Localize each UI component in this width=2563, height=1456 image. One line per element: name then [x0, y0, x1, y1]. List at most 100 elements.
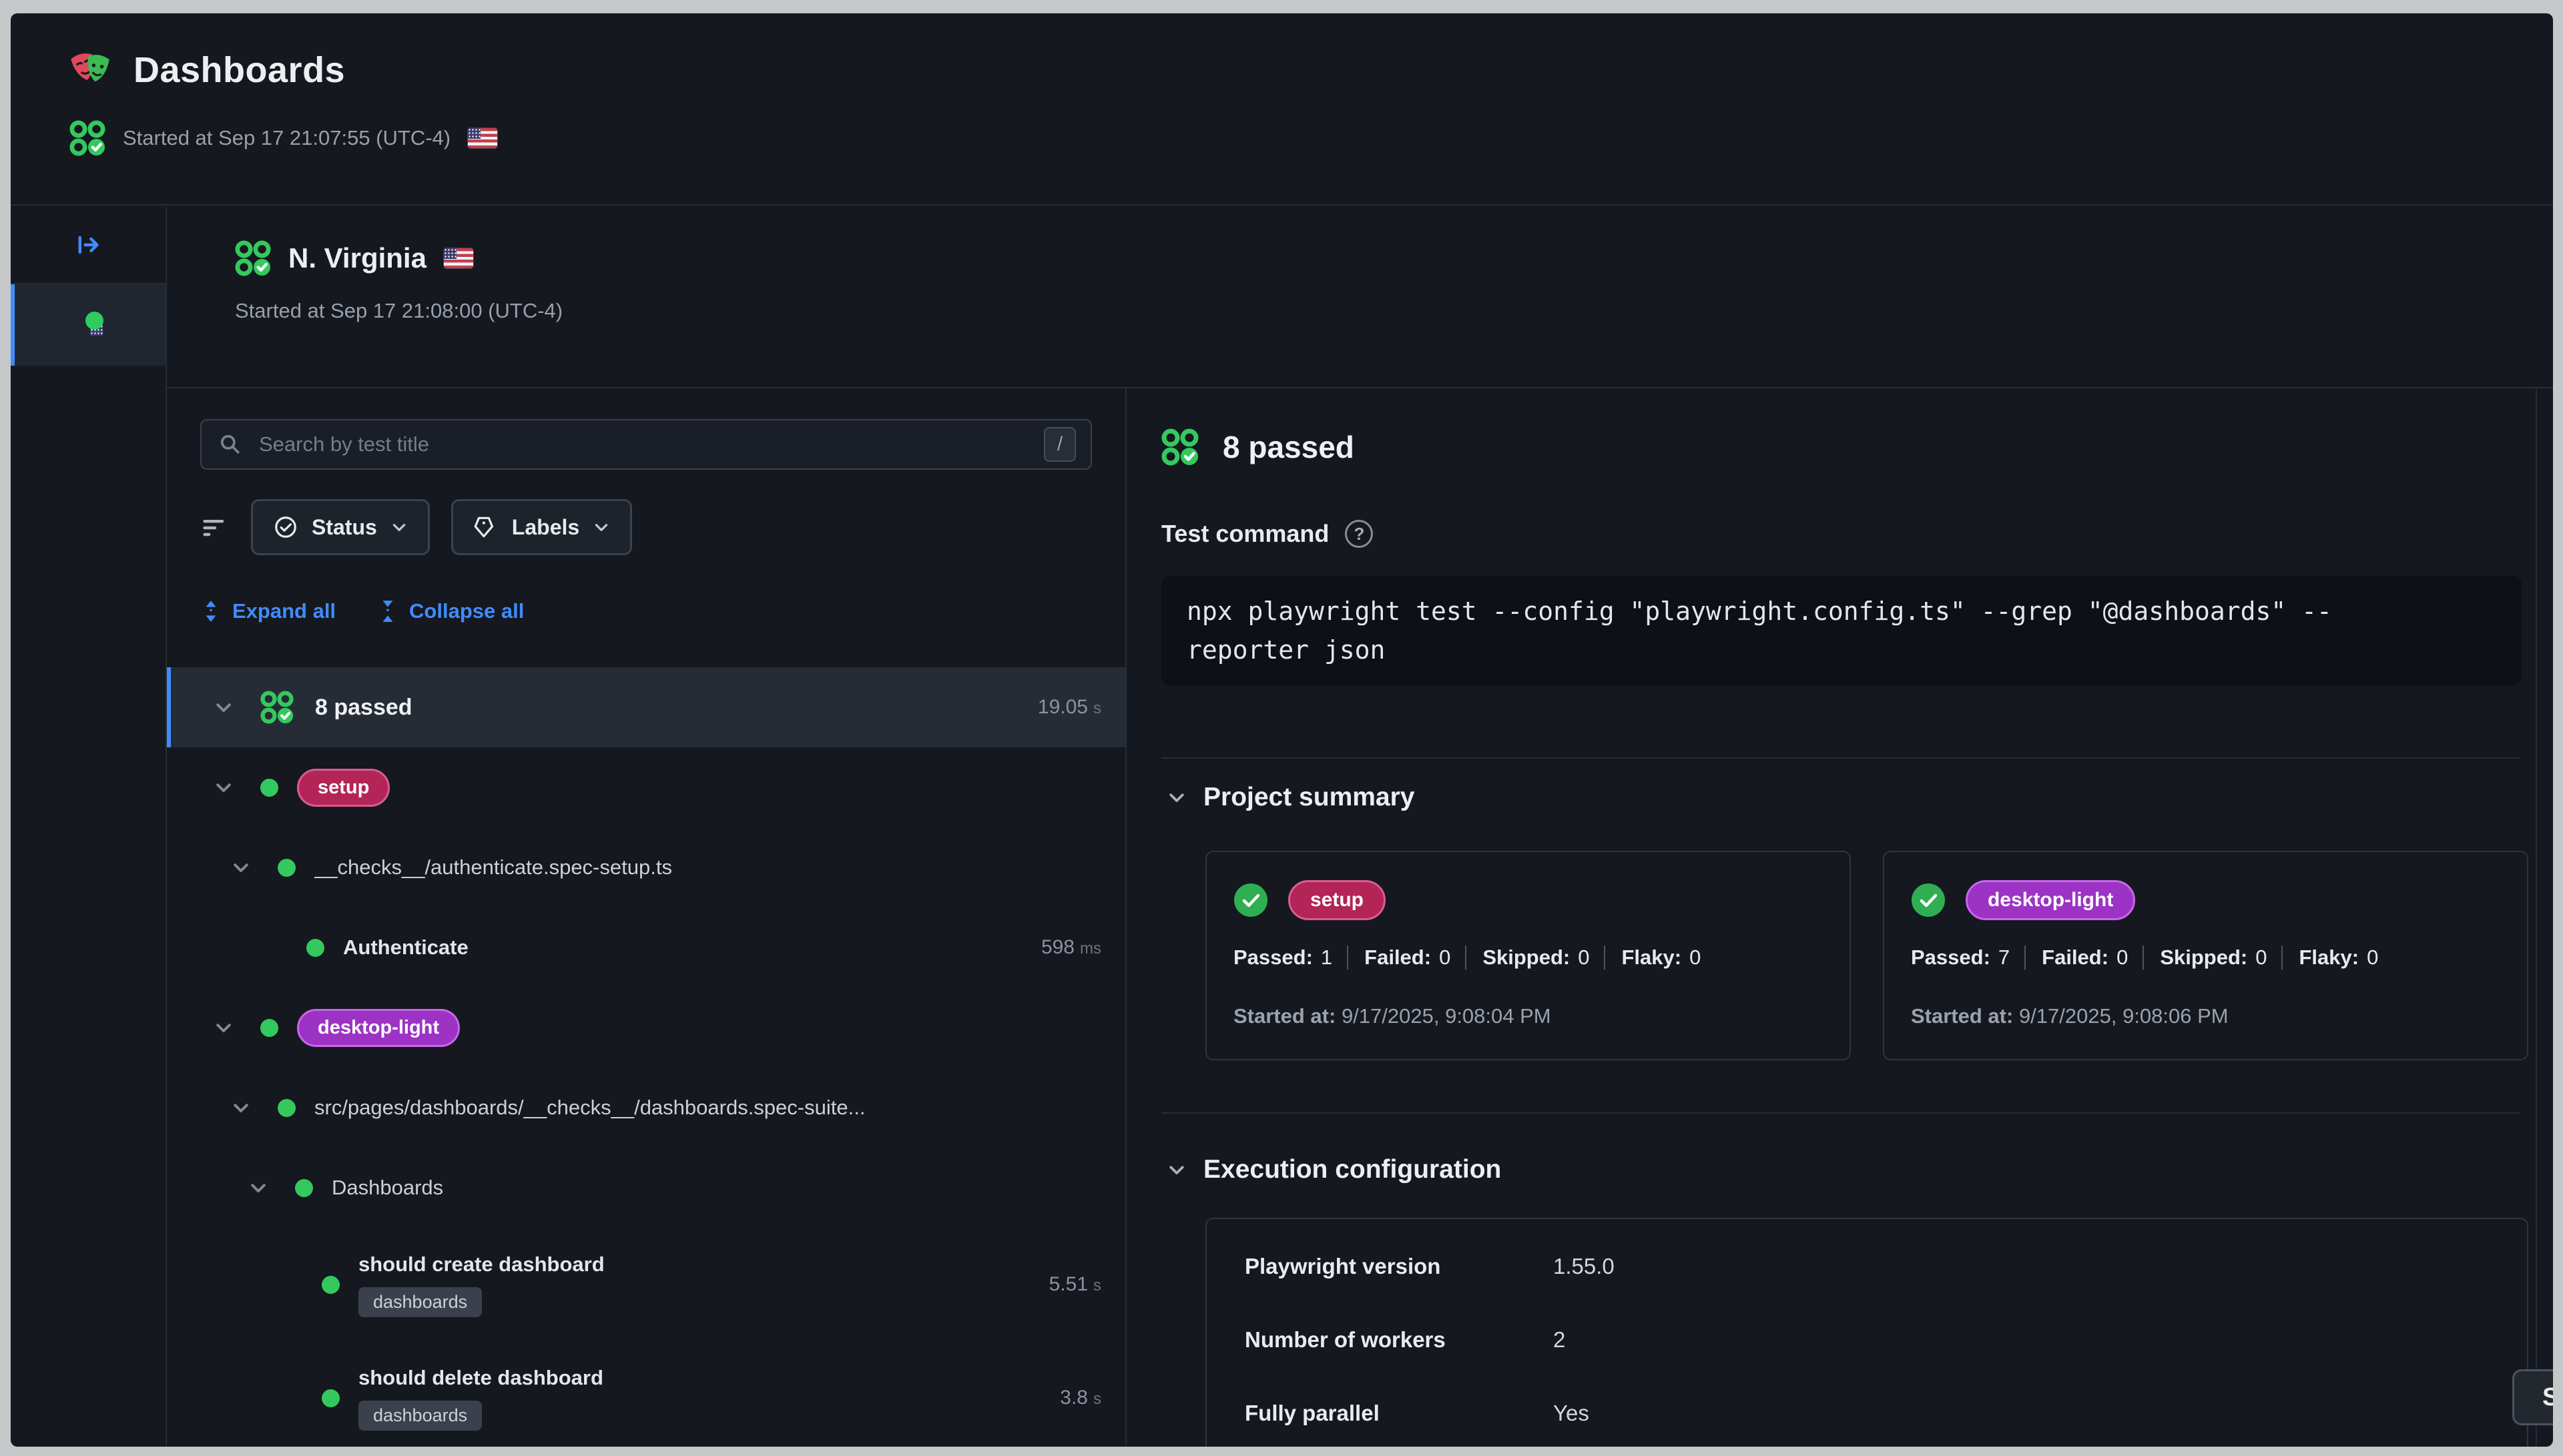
tree-row-suite-dashboards[interactable]: Dashboards: [167, 1148, 1125, 1228]
passed-dot-icon: [260, 1019, 278, 1037]
chevron-down-icon: [593, 518, 610, 536]
project-badge: setup: [297, 769, 390, 807]
status-check-circle-icon: [273, 514, 298, 540]
tree-row-spec-file[interactable]: __checks__/authenticate.spec-setup.ts: [167, 827, 1125, 907]
check-circle-icon: [1233, 883, 1268, 918]
passed-dot-icon: [85, 312, 103, 330]
chevron-down-icon[interactable]: [214, 777, 234, 797]
test-tree-panel: / Status: [167, 388, 1127, 1447]
test-command-label: Test command: [1161, 520, 1329, 548]
passed-dot-icon: [306, 939, 324, 957]
main-layout: N. Virginia Started at Sep 17 21:08:00 (…: [11, 207, 2553, 1447]
search-icon: [219, 433, 242, 456]
passed-dot-icon: [278, 1099, 296, 1117]
help-icon[interactable]: ?: [1345, 520, 1373, 548]
project-card-desktop-light: desktop-light Passed:7 Failed:0 Skipped:…: [1883, 851, 2528, 1060]
status-filter-button[interactable]: Status: [251, 499, 430, 555]
tree-row-label: should delete dashboard: [358, 1366, 603, 1390]
filter-row: Status Labels: [200, 499, 1092, 555]
duration: 598ms: [1028, 936, 1101, 959]
project-stats: Passed:7 Failed:0 Skipped:0 Flaky:0: [1911, 946, 2500, 970]
run-title-row: Dashboards: [69, 13, 2553, 92]
expand-all-button[interactable]: Expand all: [200, 599, 336, 623]
chevron-down-icon[interactable]: [231, 857, 251, 877]
details-title-row: 8 passed: [1161, 428, 2536, 466]
chevron-down-icon: [390, 518, 408, 536]
sidebar-expand-button[interactable]: [11, 207, 166, 284]
page-title: Dashboards: [133, 49, 345, 91]
execution-config-header[interactable]: Execution configuration: [1167, 1154, 2536, 1186]
sidebar-item-us-region[interactable]: [11, 284, 166, 366]
region-title: N. Virginia: [288, 242, 426, 274]
test-command-row: Test command ?: [1161, 518, 2536, 549]
test-tag: dashboards: [358, 1401, 482, 1431]
workspace: / Status: [167, 387, 2553, 1447]
tree-row-test-authenticate[interactable]: Authenticate 598ms: [167, 907, 1125, 988]
search-input[interactable]: [258, 432, 1044, 457]
tree-row-label: Dashboards: [332, 1176, 443, 1200]
section-divider: [1161, 1112, 2520, 1114]
chevron-down-icon[interactable]: [248, 1178, 268, 1198]
run-started-text: Started at Sep 17 21:07:55 (UTC-4): [123, 126, 451, 150]
test-command-code-block[interactable]: npx playwright test --config "playwright…: [1161, 576, 2522, 685]
support-button[interactable]: S: [2512, 1369, 2553, 1425]
project-summary-header[interactable]: Project summary: [1167, 781, 2536, 813]
run-passed-icon: [235, 240, 271, 276]
tree-row-project-setup[interactable]: setup: [167, 747, 1125, 827]
run-details-panel: 8 passed Test command ? npx playwright t…: [1127, 388, 2537, 1447]
run-passed-icon: [1161, 428, 1199, 466]
passed-dot-icon: [322, 1389, 340, 1407]
region-content: N. Virginia Started at Sep 17 21:08:00 (…: [167, 207, 2553, 1447]
chevron-down-icon: [1167, 1160, 1187, 1180]
panel-expand-icon: [75, 232, 101, 258]
expand-all-icon: [200, 600, 222, 623]
tree-actions: Expand all Collapse all: [200, 599, 1092, 623]
config-row: Fully parallel Yes: [1245, 1377, 2527, 1447]
run-header: Dashboards Started at Sep 17 21:07:55 (U…: [11, 13, 2553, 206]
region-sidebar: [11, 207, 167, 1447]
chevron-down-icon[interactable]: [214, 697, 234, 717]
section-divider: [1161, 757, 2520, 759]
labels-filter-label: Labels: [512, 515, 579, 540]
tree-row-run-root[interactable]: 8 passed 19.05s: [167, 667, 1125, 747]
tree-row-spec-file[interactable]: src/pages/dashboards/__checks__/dashboar…: [167, 1068, 1125, 1148]
passed-dot-icon: [260, 779, 278, 797]
labels-filter-button[interactable]: Labels: [451, 499, 632, 555]
filter-icon[interactable]: [200, 514, 230, 540]
region-started-text: Started at Sep 17 21:08:00 (UTC-4): [235, 299, 2553, 323]
expand-all-label: Expand all: [232, 599, 336, 623]
project-started: Started at: 9/17/2025, 9:08:04 PM: [1233, 1004, 1823, 1028]
tree-row-test-delete-dashboard[interactable]: should delete dashboard dashboards 3.8s: [167, 1341, 1125, 1447]
run-passed-icon: [69, 120, 105, 156]
project-summary-title: Project summary: [1203, 783, 1414, 812]
support-button-label: S: [2542, 1383, 2553, 1412]
tree-row-project-desktop-light[interactable]: desktop-light: [167, 988, 1125, 1068]
us-flag-icon: [468, 128, 497, 148]
project-badge: desktop-light: [297, 1009, 460, 1047]
test-tag: dashboards: [358, 1287, 482, 1317]
check-circle-icon: [1911, 883, 1946, 918]
config-row: Number of workers 2: [1245, 1303, 2527, 1377]
passed-dot-icon: [322, 1276, 340, 1294]
collapse-all-button[interactable]: Collapse all: [377, 599, 524, 623]
tag-icon: [473, 514, 499, 540]
passed-dot-icon: [295, 1179, 313, 1197]
duration: 19.05s: [1025, 696, 1101, 719]
test-tree: 8 passed 19.05s setup: [167, 667, 1125, 1447]
tree-row-label: src/pages/dashboards/__checks__/dashboar…: [314, 1096, 865, 1120]
project-cards: setup Passed:1 Failed:0 Skipped:0 Flaky:…: [1205, 851, 2536, 1060]
tree-row-test-create-dashboard[interactable]: should create dashboard dashboards 5.51s: [167, 1228, 1125, 1341]
search-box[interactable]: /: [200, 419, 1092, 470]
project-badge: desktop-light: [1966, 880, 2135, 920]
chevron-down-icon: [1167, 787, 1187, 807]
chevron-down-icon[interactable]: [231, 1098, 251, 1118]
region-header: N. Virginia Started at Sep 17 21:08:00 (…: [167, 207, 2553, 387]
us-flag-icon: [444, 248, 473, 268]
tree-row-label: should create dashboard: [358, 1252, 605, 1277]
status-filter-label: Status: [312, 515, 377, 540]
chevron-down-icon[interactable]: [214, 1018, 234, 1038]
test-command-text: npx playwright test --config "playwright…: [1187, 592, 2401, 669]
tree-row-label: Authenticate: [343, 936, 469, 960]
project-stats: Passed:1 Failed:0 Skipped:0 Flaky:0: [1233, 946, 1823, 970]
duration: 5.51s: [1036, 1273, 1101, 1296]
